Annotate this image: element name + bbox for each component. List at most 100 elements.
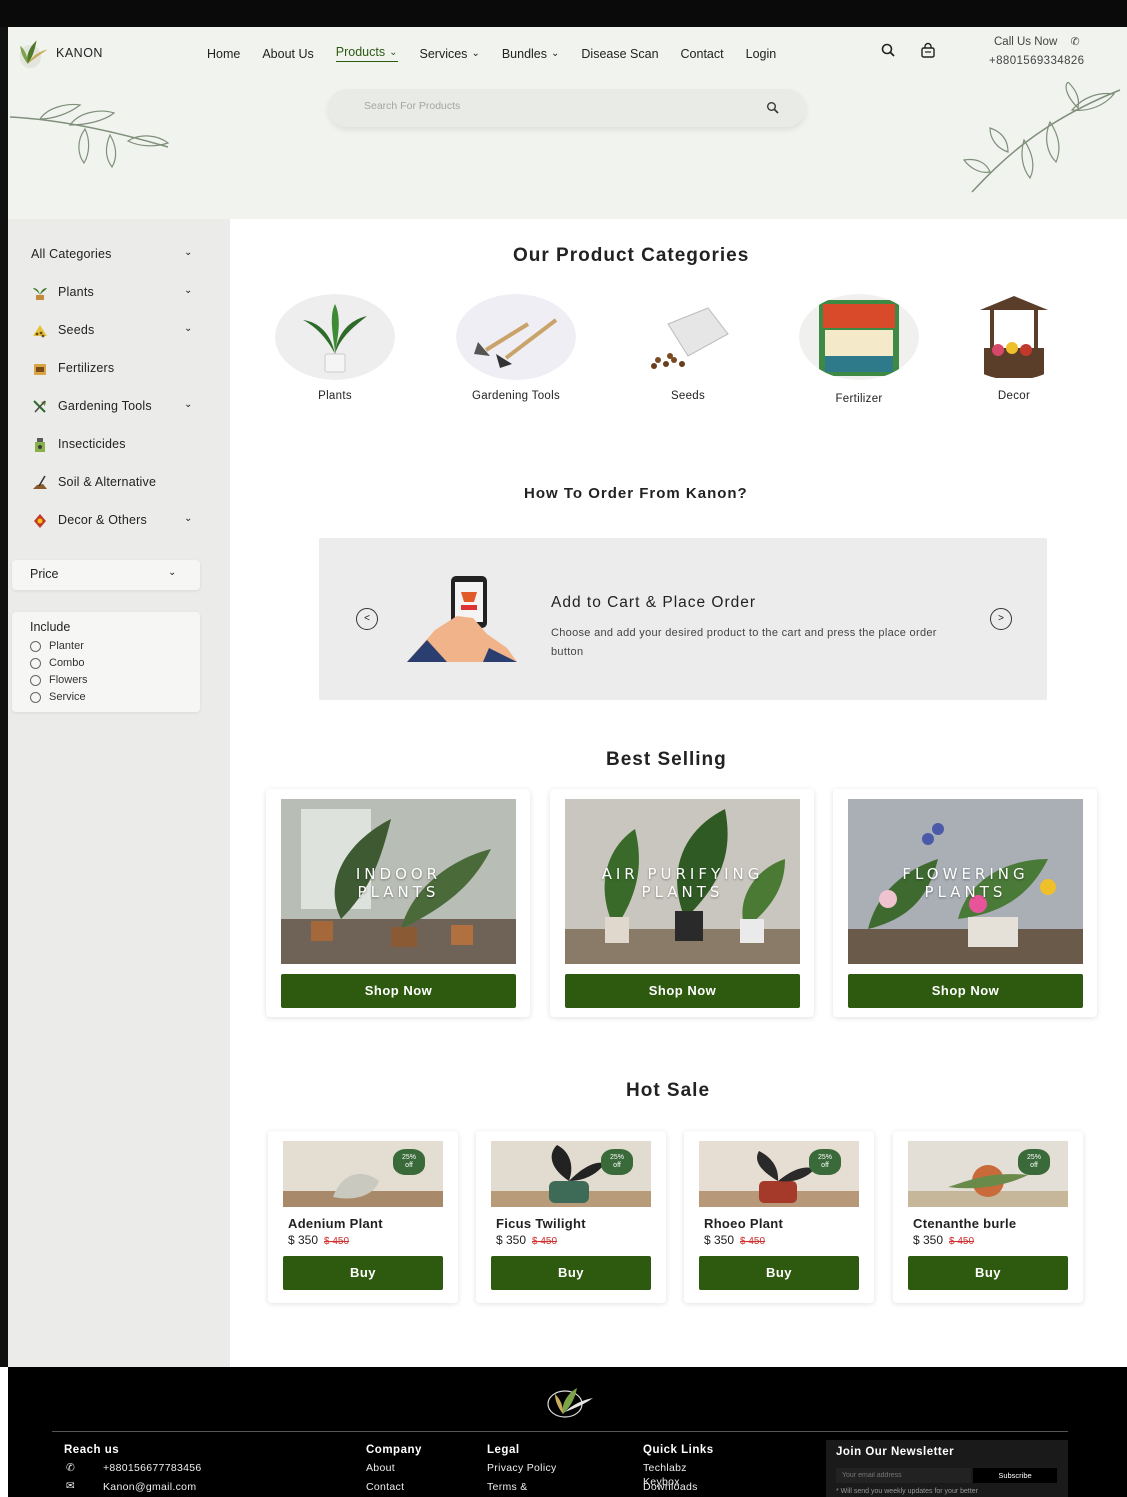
- step-description: Choose and add your desired product to t…: [551, 627, 937, 658]
- search-icon[interactable]: [766, 101, 780, 115]
- current-price: $ 350: [913, 1233, 944, 1247]
- phone-number[interactable]: +8801569334826: [989, 55, 1084, 67]
- search-icon[interactable]: [880, 42, 898, 60]
- window-top-bar: [0, 0, 1127, 27]
- nav-products[interactable]: Products ⌄: [335, 45, 398, 62]
- buy-button[interactable]: Buy: [908, 1256, 1068, 1290]
- old-price: $ 450: [532, 1236, 558, 1247]
- sidebar-item-insecticides[interactable]: Insecticides: [8, 433, 218, 471]
- product-name[interactable]: Rhoeo Plant: [704, 1216, 783, 1231]
- product-price: $ 350 $ 450: [288, 1233, 349, 1247]
- footer-link-privacy-policy[interactable]: Privacy Policy: [487, 1462, 557, 1474]
- product-name[interactable]: Ficus Twilight: [496, 1216, 586, 1231]
- nav-disease-scan[interactable]: Disease Scan: [581, 45, 658, 62]
- nav-label: Contact: [680, 46, 724, 61]
- shopping-bag-icon[interactable]: [919, 42, 937, 60]
- product-price: $ 350 $ 450: [913, 1233, 974, 1247]
- mail-icon: ✉: [66, 1480, 76, 1492]
- search-input[interactable]: [364, 100, 744, 112]
- category-card-plants[interactable]: Plants: [270, 294, 400, 402]
- sidebar-item-soil-alternative[interactable]: Soil & Alternative: [8, 471, 218, 509]
- subscribe-button[interactable]: Subscribe: [973, 1468, 1057, 1483]
- radio-button[interactable]: [30, 674, 41, 686]
- include-option-flowers[interactable]: Flowers: [30, 674, 88, 686]
- discount-off: off: [1030, 1162, 1038, 1169]
- footer-link-terms[interactable]: Terms &: [487, 1481, 528, 1493]
- product-name[interactable]: Ctenanthe burle: [913, 1216, 1016, 1231]
- seeds-image[interactable]: [628, 294, 748, 380]
- sidebar-item-label: Seeds: [58, 323, 95, 337]
- buy-button[interactable]: Buy: [283, 1256, 443, 1290]
- include-option-planter[interactable]: Planter: [30, 640, 84, 652]
- chevron-down-icon: ⌄: [184, 323, 193, 334]
- nav-services[interactable]: Services ⌄: [420, 45, 480, 62]
- footer-link-contact[interactable]: Contact: [366, 1481, 404, 1493]
- category-card-decor[interactable]: Decor: [949, 294, 1079, 402]
- main-content: Our Product Categories Plants Gardening …: [230, 219, 1127, 1367]
- buy-button[interactable]: Buy: [699, 1256, 859, 1290]
- sidebar-item-label: All Categories: [31, 247, 112, 261]
- category-card-gardening-tools[interactable]: Gardening Tools: [451, 294, 581, 402]
- phone-order-illustration: [407, 576, 517, 662]
- footer-email[interactable]: Kanon@gmail.com: [103, 1481, 196, 1493]
- hot-sale-card-rhoeo: 25% off Rhoeo Plant $ 350 $ 450 Buy: [684, 1131, 874, 1303]
- footer-link-downloads[interactable]: Downloads: [643, 1481, 698, 1493]
- sidebar-item-plants[interactable]: Plants ⌄: [8, 281, 218, 319]
- shop-now-button[interactable]: Shop Now: [565, 974, 800, 1008]
- best-selling-card-flowering: FLOWERING PLANTS Shop Now: [833, 789, 1097, 1017]
- radio-button[interactable]: [30, 640, 41, 652]
- footer-divider: [52, 1431, 1068, 1432]
- discount-percent: 25%: [1026, 1154, 1041, 1161]
- kanon-logo-icon[interactable]: [14, 35, 52, 71]
- sidebar-item-decor-others[interactable]: Decor & Others ⌄: [8, 509, 218, 547]
- price-filter[interactable]: Price ⌄: [12, 560, 200, 590]
- shop-now-button[interactable]: Shop Now: [848, 974, 1083, 1008]
- leaf-decoration-right: [962, 82, 1121, 193]
- footer-link-techlabz[interactable]: Techlabz: [643, 1462, 687, 1474]
- shop-now-button[interactable]: Shop Now: [281, 974, 516, 1008]
- decor-image[interactable]: [954, 294, 1074, 380]
- card-caption: INDOOR PLANTS: [281, 865, 516, 901]
- product-name[interactable]: Adenium Plant: [288, 1216, 383, 1231]
- chevron-down-icon: ⌄: [184, 513, 193, 524]
- nav-about-us[interactable]: About Us: [262, 45, 313, 62]
- gardening-tools-image[interactable]: [456, 294, 576, 380]
- sidebar-item-fertilizers[interactable]: Fertilizers: [8, 357, 218, 395]
- option-label: Flowers: [49, 674, 88, 686]
- nav-login[interactable]: Login: [746, 45, 777, 62]
- sidebar-item-seeds[interactable]: Seeds ⌄: [8, 319, 218, 357]
- kanon-logo-icon[interactable]: [541, 1380, 595, 1420]
- nav-bundles[interactable]: Bundles ⌄: [502, 45, 560, 62]
- include-option-service[interactable]: Service: [30, 691, 86, 703]
- current-price: $ 350: [288, 1233, 319, 1247]
- brand-name[interactable]: KANON: [56, 46, 103, 60]
- fertilizer-image[interactable]: [799, 294, 919, 380]
- nav-home[interactable]: Home: [207, 45, 240, 62]
- product-price: $ 350 $ 450: [496, 1233, 557, 1247]
- carousel-prev-button[interactable]: <: [356, 608, 378, 630]
- radio-button[interactable]: [30, 691, 41, 703]
- buy-button[interactable]: Buy: [491, 1256, 651, 1290]
- category-card-fertilizer[interactable]: Fertilizer: [794, 294, 924, 405]
- sidebar-item-gardening-tools[interactable]: Gardening Tools ⌄: [8, 395, 218, 433]
- include-option-combo[interactable]: Combo: [30, 657, 84, 669]
- best-selling-card-air-purifying: AIR PURIFYING PLANTS Shop Now: [550, 789, 814, 1017]
- option-label: Service: [49, 691, 86, 703]
- chevron-down-icon: ⌄: [471, 48, 480, 59]
- sidebar-item-all-categories[interactable]: All Categories ⌄: [8, 243, 218, 281]
- site-header: KANON Home About Us Products ⌄ Services ⌄ …: [8, 27, 1127, 219]
- footer-phone[interactable]: +880156677783456: [103, 1462, 202, 1474]
- old-price: $ 450: [949, 1236, 975, 1247]
- nav-contact[interactable]: Contact: [681, 45, 724, 62]
- carousel-next-button[interactable]: >: [990, 608, 1012, 630]
- radio-button[interactable]: [30, 657, 41, 669]
- category-card-seeds[interactable]: Seeds: [623, 294, 753, 402]
- plants-image[interactable]: [275, 294, 395, 380]
- chevron-right-icon: >: [998, 613, 1004, 624]
- newsletter-email-input[interactable]: [836, 1468, 971, 1483]
- discount-badge: 25% off: [393, 1149, 425, 1175]
- option-label: Planter: [49, 640, 84, 652]
- footer-link-about[interactable]: About: [366, 1462, 395, 1474]
- main-nav: Home About Us Products ⌄ Services ⌄ Bundle…: [207, 45, 798, 62]
- sidebar-item-label: Plants: [58, 285, 94, 299]
